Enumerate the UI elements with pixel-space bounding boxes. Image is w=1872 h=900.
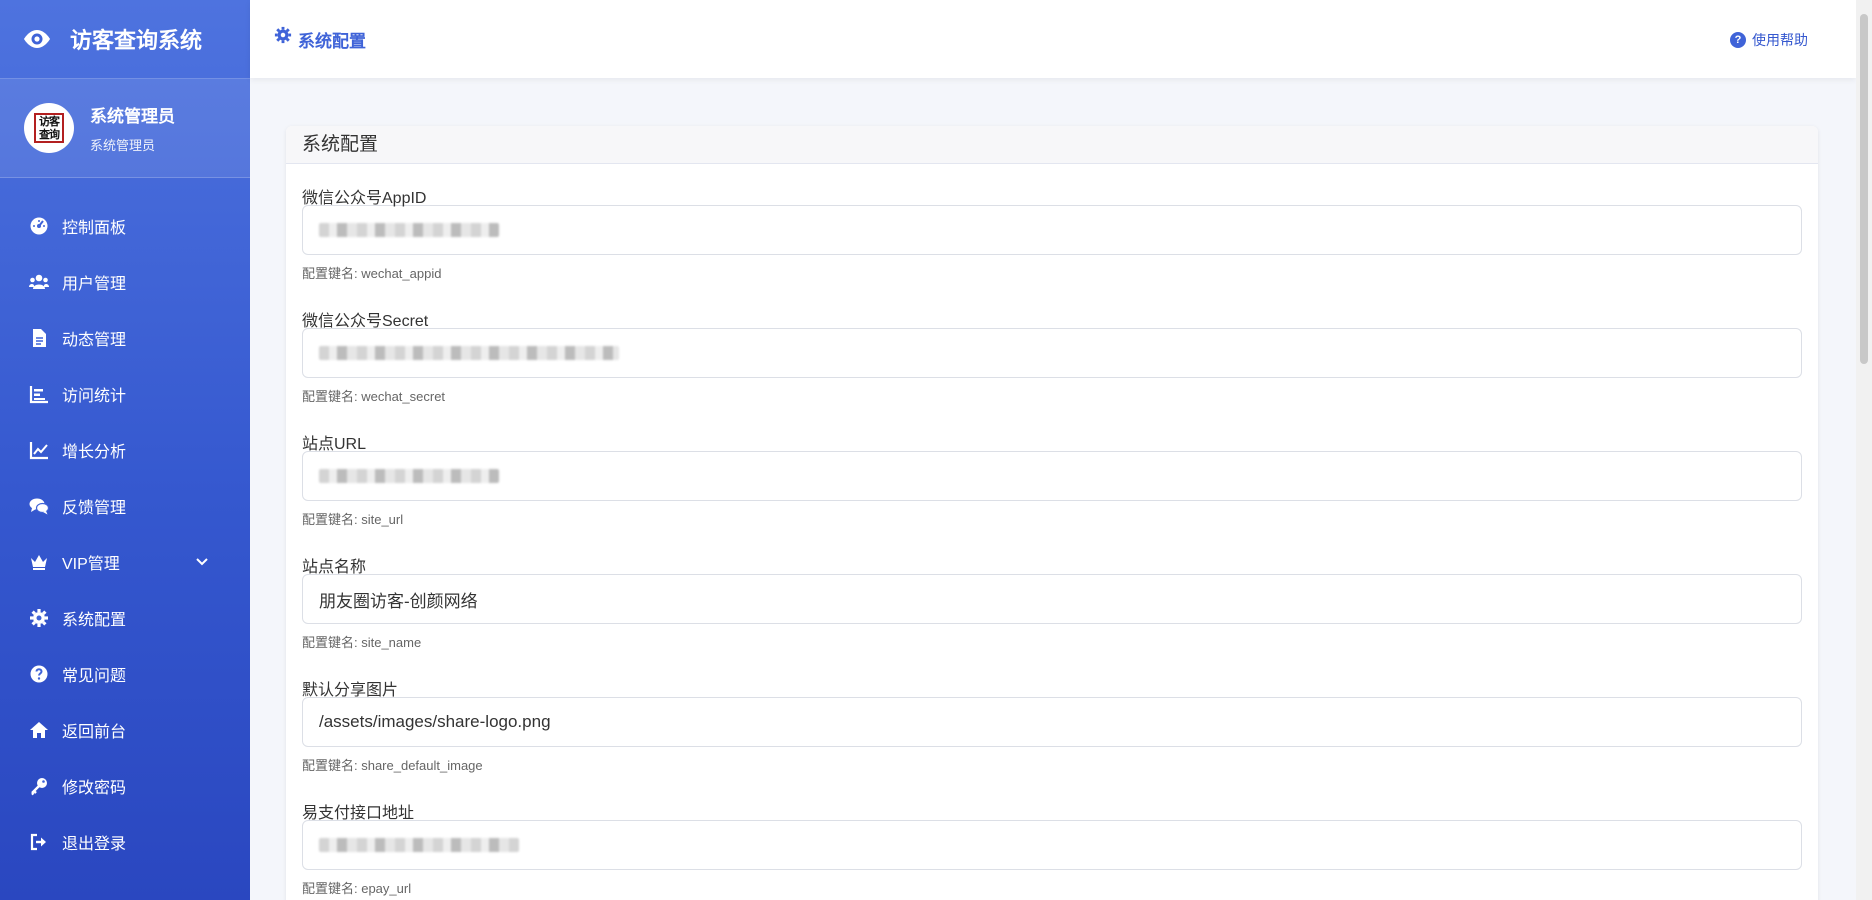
sidebar-item-label: 用户管理 xyxy=(62,270,126,294)
field-label: 易支付接口地址 xyxy=(302,779,1802,820)
line-chart-icon xyxy=(28,439,50,461)
chevron-down-icon[interactable] xyxy=(193,553,211,571)
settings-card: 系统配置 微信公众号AppID 配置键名: wechat_appid 微信公众号… xyxy=(286,126,1818,900)
share-image-input[interactable]: /assets/images/share-logo.png xyxy=(302,697,1802,747)
field-hint: 配置键名: wechat_secret xyxy=(302,386,1802,405)
sidebar-item-password[interactable]: 修改密码 xyxy=(0,758,250,814)
sidebar-nav: 控制面板 用户管理 动态管理 访问统计 增长分析 反馈管理 VIP管理 xyxy=(0,178,250,870)
sidebar-item-label: VIP管理 xyxy=(62,550,120,574)
bar-chart-icon xyxy=(28,383,50,405)
field-label: 默认分享图片 xyxy=(302,656,1802,697)
page-title: 系统配置 xyxy=(274,27,366,52)
sidebar-item-label: 反馈管理 xyxy=(62,494,126,518)
home-icon xyxy=(28,719,50,741)
page-title-text: 系统配置 xyxy=(298,27,366,52)
epay-url-input[interactable] xyxy=(302,820,1802,870)
sidebar-item-label: 系统配置 xyxy=(62,606,126,630)
sidebar-item-growth[interactable]: 增长分析 xyxy=(0,422,250,478)
sidebar-item-label: 退出登录 xyxy=(62,830,126,854)
avatar: 访客查询 xyxy=(24,103,74,153)
card-title: 系统配置 xyxy=(286,126,1818,164)
wechat-secret-input[interactable] xyxy=(302,328,1802,378)
gear-icon xyxy=(28,607,50,629)
users-icon xyxy=(28,271,50,293)
sidebar-item-label: 增长分析 xyxy=(62,438,126,462)
site-name-input[interactable]: 朋友圈访客-创颜网络 xyxy=(302,574,1802,624)
site-url-input[interactable] xyxy=(302,451,1802,501)
sidebar-item-label: 动态管理 xyxy=(62,326,126,350)
field-label: 微信公众号AppID xyxy=(302,164,1802,205)
field-hint: 配置键名: epay_url xyxy=(302,878,1802,897)
brand[interactable]: 访客查询系统 xyxy=(0,0,250,78)
gear-icon xyxy=(274,26,292,44)
sidebar-item-label: 访问统计 xyxy=(62,382,126,406)
sidebar-item-label: 控制面板 xyxy=(62,214,126,238)
eye-icon xyxy=(22,28,52,50)
help-label: 使用帮助 xyxy=(1752,30,1808,50)
crown-icon xyxy=(28,551,50,573)
field-hint: 配置键名: site_name xyxy=(302,632,1802,651)
field-label: 微信公众号Secret xyxy=(302,287,1802,328)
field-site-url: 站点URL 配置键名: site_url xyxy=(302,410,1802,533)
field-hint: 配置键名: share_default_image xyxy=(302,755,1802,774)
sidebar-item-vip[interactable]: VIP管理 xyxy=(0,534,250,590)
avatar-seal: 访客查询 xyxy=(34,113,64,143)
question-icon: ? xyxy=(1730,32,1746,48)
sidebar-item-label: 常见问题 xyxy=(62,662,126,686)
sidebar-item-dashboard[interactable]: 控制面板 xyxy=(0,198,250,254)
scrollbar-thumb[interactable] xyxy=(1860,14,1868,364)
top-header: 系统配置 ? 使用帮助 xyxy=(250,0,1856,78)
sidebar-item-users[interactable]: 用户管理 xyxy=(0,254,250,310)
field-share-image: 默认分享图片 /assets/images/share-logo.png 配置键… xyxy=(302,656,1802,779)
question-icon xyxy=(28,663,50,685)
dashboard-icon xyxy=(28,215,50,237)
sidebar: 访客查询系统 访客查询 系统管理员 系统管理员 控制面板 用户管理 动态管理 访… xyxy=(0,0,250,900)
sidebar-item-settings[interactable]: 系统配置 xyxy=(0,590,250,646)
field-wechat-secret: 微信公众号Secret 配置键名: wechat_secret xyxy=(302,287,1802,410)
file-icon xyxy=(28,327,50,349)
sidebar-item-faq[interactable]: 常见问题 xyxy=(0,646,250,702)
field-label: 站点URL xyxy=(302,410,1802,451)
comments-icon xyxy=(28,495,50,517)
sidebar-item-feedback[interactable]: 反馈管理 xyxy=(0,478,250,534)
settings-form: 微信公众号AppID 配置键名: wechat_appid 微信公众号Secre… xyxy=(286,164,1818,900)
redacted-value xyxy=(319,469,499,483)
logout-icon xyxy=(28,831,50,853)
app-title: 访客查询系统 xyxy=(70,23,202,55)
key-icon xyxy=(28,775,50,797)
help-link[interactable]: ? 使用帮助 xyxy=(1730,30,1808,50)
redacted-value xyxy=(319,346,619,360)
sidebar-item-logout[interactable]: 退出登录 xyxy=(0,814,250,870)
field-site-name: 站点名称 朋友圈访客-创颜网络 配置键名: site_name xyxy=(302,533,1802,656)
field-label: 站点名称 xyxy=(302,533,1802,574)
sidebar-item-home[interactable]: 返回前台 xyxy=(0,702,250,758)
page-scrollbar[interactable] xyxy=(1856,0,1872,900)
redacted-value xyxy=(319,223,499,237)
sidebar-item-label: 修改密码 xyxy=(62,774,126,798)
user-role: 系统管理员 xyxy=(90,135,175,154)
user-name: 系统管理员 xyxy=(90,102,175,127)
user-profile: 访客查询 系统管理员 系统管理员 xyxy=(0,78,250,178)
field-hint: 配置键名: wechat_appid xyxy=(302,263,1802,282)
redacted-value xyxy=(319,838,519,852)
wechat-appid-input[interactable] xyxy=(302,205,1802,255)
sidebar-item-posts[interactable]: 动态管理 xyxy=(0,310,250,366)
field-wechat-appid: 微信公众号AppID 配置键名: wechat_appid xyxy=(302,164,1802,287)
sidebar-item-stats[interactable]: 访问统计 xyxy=(0,366,250,422)
field-hint: 配置键名: site_url xyxy=(302,509,1802,528)
sidebar-item-label: 返回前台 xyxy=(62,718,126,742)
field-epay-url: 易支付接口地址 配置键名: epay_url xyxy=(302,779,1802,900)
